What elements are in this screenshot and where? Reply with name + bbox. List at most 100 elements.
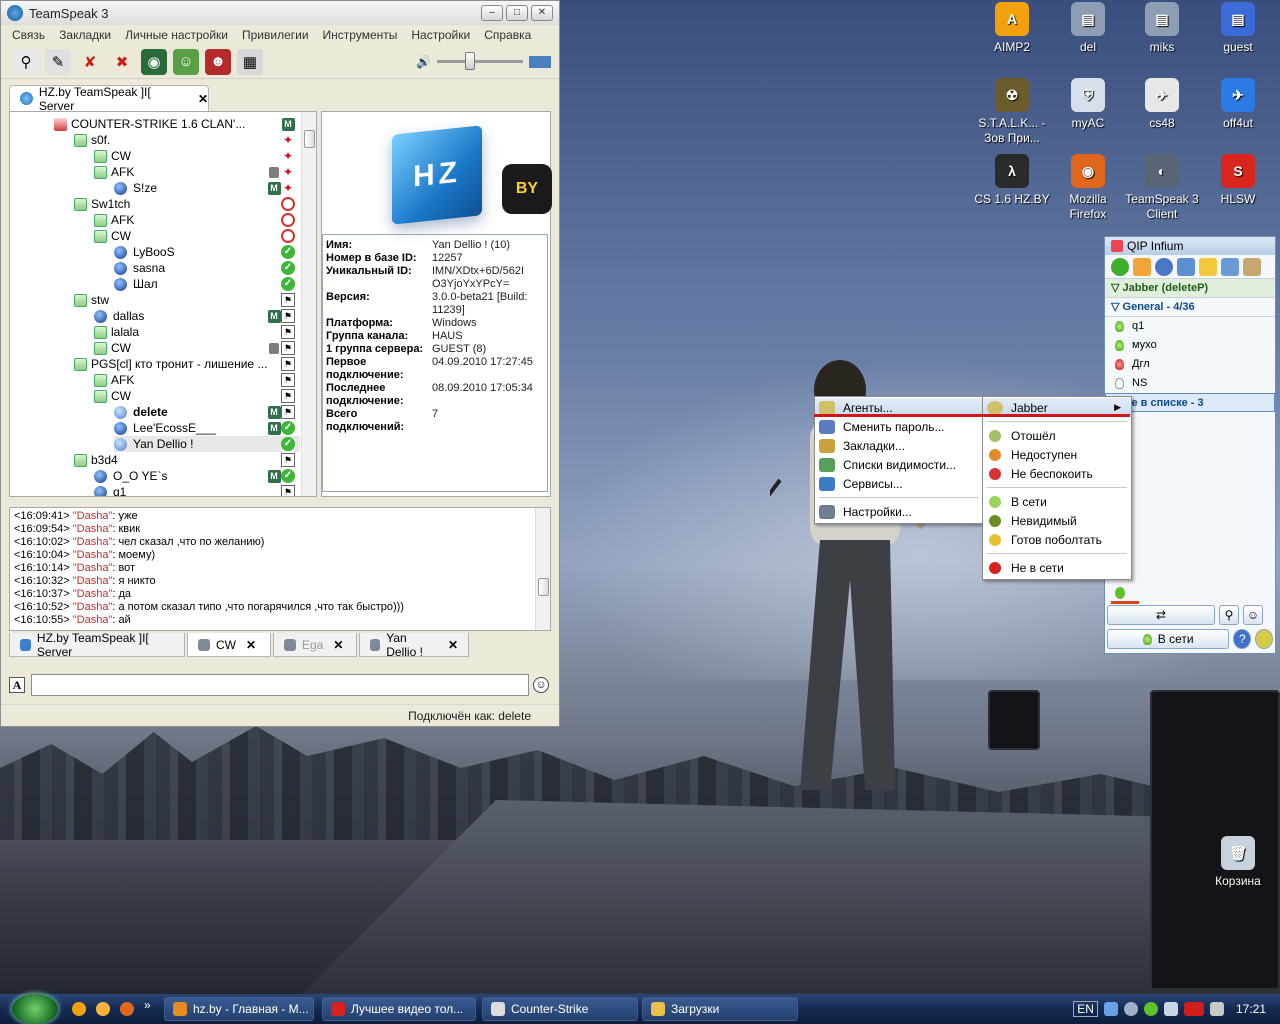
qip-list-icon[interactable] xyxy=(1221,257,1239,276)
qip-titlebar[interactable]: QIP Infium xyxy=(1105,237,1275,255)
avatar-icon[interactable]: ☻ xyxy=(205,48,231,75)
chat-nick[interactable]: "Dasha" xyxy=(73,510,113,522)
server-tab[interactable]: HZ.by TeamSpeak ]I[ Server ✕ xyxy=(9,85,209,113)
chat-nick[interactable]: "Dasha" xyxy=(73,601,113,613)
status-menu-item[interactable]: В сети xyxy=(983,492,1131,511)
tree-channel[interactable]: AFK xyxy=(94,212,300,228)
qip-contact[interactable]: q1 xyxy=(1105,317,1275,336)
bookmark-icon[interactable]: ✎ xyxy=(45,48,71,75)
desktop-icon[interactable]: 🗑 Корзина xyxy=(1200,836,1276,889)
chat-tab[interactable]: HZ.by TeamSpeak ]I[ Server xyxy=(9,631,185,659)
context-menu-item[interactable]: Сменить пароль... xyxy=(815,417,983,436)
qip-status-icon[interactable] xyxy=(1111,257,1129,276)
qip-tray-icon[interactable] xyxy=(1143,1002,1158,1016)
qip-group-general[interactable]: ▽ General - 4/36 xyxy=(1105,298,1275,317)
teamspeak-tray-icon[interactable] xyxy=(1123,1002,1138,1016)
quicklaunch-aimp-icon[interactable] xyxy=(72,1002,86,1016)
context-menu-item[interactable]: Настройки... xyxy=(815,502,983,521)
tree-channel[interactable]: CW xyxy=(94,388,300,404)
status-menu-item[interactable]: Недоступен xyxy=(983,445,1131,464)
emoticon-icon[interactable]: ☺ xyxy=(533,677,549,693)
close-button[interactable]: ✕ xyxy=(531,5,553,21)
qip-status-button[interactable]: В сети xyxy=(1107,629,1230,649)
menu-item[interactable]: Связь xyxy=(5,28,52,42)
status-menu-item[interactable]: Невидимый xyxy=(983,511,1131,530)
chat-tab-close-icon[interactable]: ✕ xyxy=(448,638,458,652)
qip-status-bulb-icon[interactable] xyxy=(1115,587,1125,599)
context-menu-item[interactable]: Закладки... xyxy=(815,436,983,455)
tree-user[interactable]: q1 xyxy=(94,484,300,496)
qip-account-header[interactable]: ▽ Jabber (deleteP) xyxy=(1105,279,1275,298)
tree-user[interactable]: sasna xyxy=(114,260,300,276)
tree-user[interactable]: Yan Dellio ! xyxy=(114,436,300,452)
quicklaunch-more-icon[interactable]: » xyxy=(144,998,151,1012)
chat-tab[interactable]: Yan Dellio ! ✕ xyxy=(359,631,469,659)
teamspeak-titlebar[interactable]: TeamSpeak 3 – □ ✕ xyxy=(1,1,559,25)
status-menu-item[interactable]: Отошёл xyxy=(983,426,1131,445)
desktop-icon[interactable]: ▤ guest xyxy=(1200,2,1276,55)
tree-channel[interactable]: AFK xyxy=(94,372,300,388)
qip-search-button[interactable]: ⇄ xyxy=(1107,605,1215,625)
away-icon[interactable]: ◉ xyxy=(141,48,167,75)
chat-nick[interactable]: "Dasha" xyxy=(73,536,113,548)
qip-help-icon[interactable]: ? xyxy=(1233,629,1252,649)
quicklaunch-weather-icon[interactable] xyxy=(96,1002,110,1016)
tree-channel[interactable]: stw xyxy=(74,292,300,308)
status-menu-item[interactable]: Не беспокоить xyxy=(983,464,1131,483)
context-menu-item[interactable]: Списки видимости... xyxy=(815,455,983,474)
desktop-icon[interactable]: ✈ cs48 xyxy=(1124,78,1200,131)
desktop-icon[interactable]: ☢ S.T.A.L.K... - Зов При... xyxy=(974,78,1050,146)
add-user-icon[interactable]: ☺ xyxy=(173,48,199,75)
menu-item[interactable]: Привилегии xyxy=(235,28,316,42)
text-format-icon[interactable]: A xyxy=(9,677,25,693)
desktop-icon[interactable]: ◉ Mozilla Firefox xyxy=(1050,154,1126,222)
desktop-icon[interactable]: S HLSW xyxy=(1200,154,1276,207)
tree-channel[interactable]: b3d4 xyxy=(74,452,300,468)
qip-contact[interactable]: NS xyxy=(1105,374,1275,393)
menu-item[interactable]: Закладки xyxy=(52,28,118,42)
chat-nick[interactable]: "Dasha" xyxy=(73,575,113,587)
chat-nick[interactable]: "Dasha" xyxy=(73,614,113,626)
desktop-icon[interactable]: ✈ off4ut xyxy=(1200,78,1276,131)
status-menu-item[interactable]: Не в сети xyxy=(983,558,1131,577)
taskbar-button[interactable]: Загрузки xyxy=(642,997,798,1021)
chat-nick[interactable]: "Dasha" xyxy=(73,523,113,535)
volume-tray-icon[interactable] xyxy=(1163,1002,1178,1016)
tree-server[interactable]: COUNTER-STRIKE 1.6 CLAN'... xyxy=(54,116,300,132)
desktop-icon[interactable]: ⛨ myAC xyxy=(1050,78,1126,131)
taskbar-button[interactable]: Counter-Strike xyxy=(482,997,638,1021)
qip-history-icon[interactable] xyxy=(1133,257,1151,276)
volume-slider-thumb[interactable] xyxy=(465,52,475,70)
qip-users-icon[interactable]: ☺ xyxy=(1243,605,1263,625)
taskbar-button[interactable]: hz.by - Главная - M... xyxy=(164,997,314,1021)
qip-image-icon[interactable] xyxy=(1177,257,1195,276)
maximize-button[interactable]: □ xyxy=(506,5,528,21)
tree-channel[interactable]: PGS[cl] кто тронит - лишение ... xyxy=(74,356,300,372)
tree-channel[interactable]: s0f. xyxy=(74,132,300,148)
context-menu-item[interactable]: Сервисы... xyxy=(815,474,983,493)
quicklaunch-firefox-icon[interactable] xyxy=(120,1002,134,1016)
qip-contact[interactable]: мухо xyxy=(1105,336,1275,355)
network-icon[interactable] xyxy=(1103,1002,1118,1016)
chat-tab-close-icon[interactable]: ✕ xyxy=(333,638,343,652)
tree-channel[interactable]: Sw1tch xyxy=(74,196,300,212)
menu-item[interactable]: Справка xyxy=(477,28,538,42)
ati-tray-icon[interactable] xyxy=(1183,1002,1204,1016)
menu-item[interactable]: Личные настройки xyxy=(118,28,235,42)
start-button[interactable] xyxy=(12,994,58,1024)
chat-nick[interactable]: "Dasha" xyxy=(73,588,113,600)
connect-icon[interactable]: ⚲ xyxy=(13,48,39,75)
chat-nick[interactable]: "Dasha" xyxy=(73,549,113,561)
desktop-icon[interactable]: λ CS 1.6 HZ.BY xyxy=(974,154,1050,207)
tree-user[interactable]: LyBooS xyxy=(114,244,300,260)
qip-extra-icon[interactable] xyxy=(1255,629,1274,649)
qip-contact[interactable]: Дгл xyxy=(1105,355,1275,374)
menu-item[interactable]: Инструменты xyxy=(316,28,405,42)
chat-nick[interactable]: "Dasha" xyxy=(73,562,113,574)
mute-icon[interactable]: ✖ xyxy=(109,49,135,75)
desktop-icon[interactable]: ▤ miks xyxy=(1124,2,1200,55)
qip-plugins-icon[interactable] xyxy=(1243,257,1261,276)
tree-channel[interactable]: lalala xyxy=(94,324,300,340)
volume-slider[interactable] xyxy=(437,52,523,70)
language-indicator[interactable]: EN xyxy=(1073,1001,1098,1017)
